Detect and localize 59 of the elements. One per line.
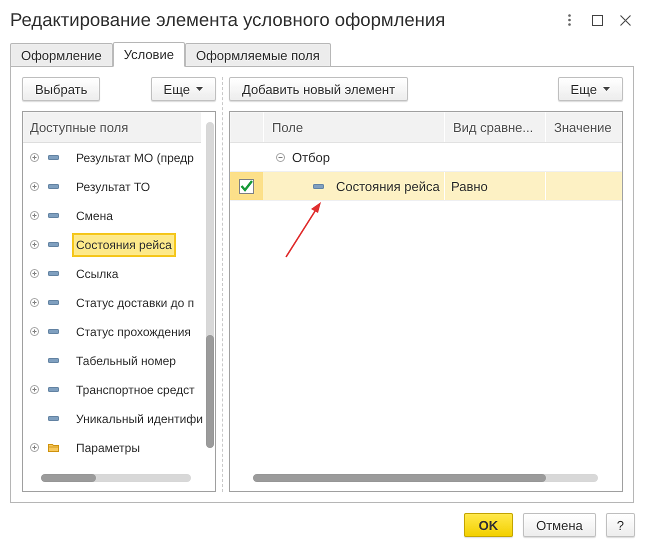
- list-item[interactable]: Уникальный идентифи: [72, 406, 207, 430]
- list-item[interactable]: Результат МО (предр: [72, 146, 198, 170]
- add-element-button[interactable]: Добавить новый элемент: [229, 77, 408, 101]
- field-icon: [48, 358, 59, 363]
- collapse-icon[interactable]: [276, 152, 285, 162]
- select-button[interactable]: Выбрать: [22, 77, 100, 101]
- field-icon: [313, 184, 324, 188]
- expand-icon[interactable]: [30, 153, 39, 162]
- list-item[interactable]: Состояния рейса: [72, 232, 176, 256]
- list-item[interactable]: Табельный номер: [72, 348, 180, 372]
- list-item[interactable]: Транспортное средст: [72, 378, 199, 402]
- list-item[interactable]: Результат ТО: [72, 174, 154, 198]
- caret-icon: [603, 87, 610, 91]
- window-title: Редактирование элемента условного оформления: [10, 9, 446, 31]
- field-icon: [48, 213, 59, 218]
- help-button[interactable]: ?: [606, 513, 635, 537]
- field-icon: [48, 184, 59, 189]
- expand-icon[interactable]: [30, 385, 39, 394]
- more-button[interactable]: Еще: [150, 77, 216, 101]
- field-icon: [48, 387, 59, 392]
- tab[interactable]: Условие: [112, 42, 185, 67]
- group-name: Отбор: [292, 150, 330, 164]
- field-icon: [48, 242, 59, 247]
- field-icon: [48, 271, 59, 276]
- more-button[interactable]: Еще: [558, 77, 623, 101]
- expand-icon[interactable]: [30, 327, 39, 336]
- list-item[interactable]: Статус прохождения: [72, 320, 195, 344]
- column-header[interactable]: Вид сравне...: [444, 112, 545, 142]
- table-row[interactable]: Состояния рейса Равно: [230, 172, 622, 201]
- column-header: Доступные поля: [23, 112, 201, 143]
- field-icon: [48, 155, 59, 160]
- expand-icon[interactable]: [30, 240, 39, 249]
- folder-icon: [48, 443, 59, 452]
- horizontal-scrollbar[interactable]: [253, 474, 598, 482]
- expand-icon[interactable]: [30, 443, 39, 452]
- vertical-scrollbar[interactable]: [206, 122, 214, 448]
- tab[interactable]: Оформление: [10, 43, 113, 66]
- tab[interactable]: Оформляемые поля: [184, 43, 331, 66]
- list-item[interactable]: Смена: [72, 204, 117, 228]
- column-header[interactable]: Поле: [263, 112, 444, 142]
- horizontal-scrollbar[interactable]: [41, 474, 191, 482]
- arrow-drawing: [284, 200, 324, 260]
- expand-icon[interactable]: [30, 182, 39, 191]
- ok-button[interactable]: OK: [464, 513, 514, 537]
- list-item[interactable]: Статус доставки до п: [72, 290, 198, 314]
- expand-icon[interactable]: [30, 269, 39, 278]
- column-header[interactable]: Значение: [545, 112, 622, 142]
- field-icon: [48, 300, 59, 305]
- list-item[interactable]: Параметры: [72, 436, 144, 460]
- expand-icon[interactable]: [30, 298, 39, 307]
- field-icon: [48, 416, 59, 421]
- table-cell: Состояния рейса: [336, 178, 440, 194]
- checkbox[interactable]: [239, 178, 254, 194]
- field-icon: [48, 329, 59, 334]
- cancel-button[interactable]: Отмена: [523, 513, 596, 537]
- expand-icon[interactable]: [30, 211, 39, 220]
- list-item[interactable]: Ссылка: [72, 262, 122, 286]
- caret-icon: [196, 87, 203, 91]
- table-cell: Равно: [451, 178, 488, 194]
